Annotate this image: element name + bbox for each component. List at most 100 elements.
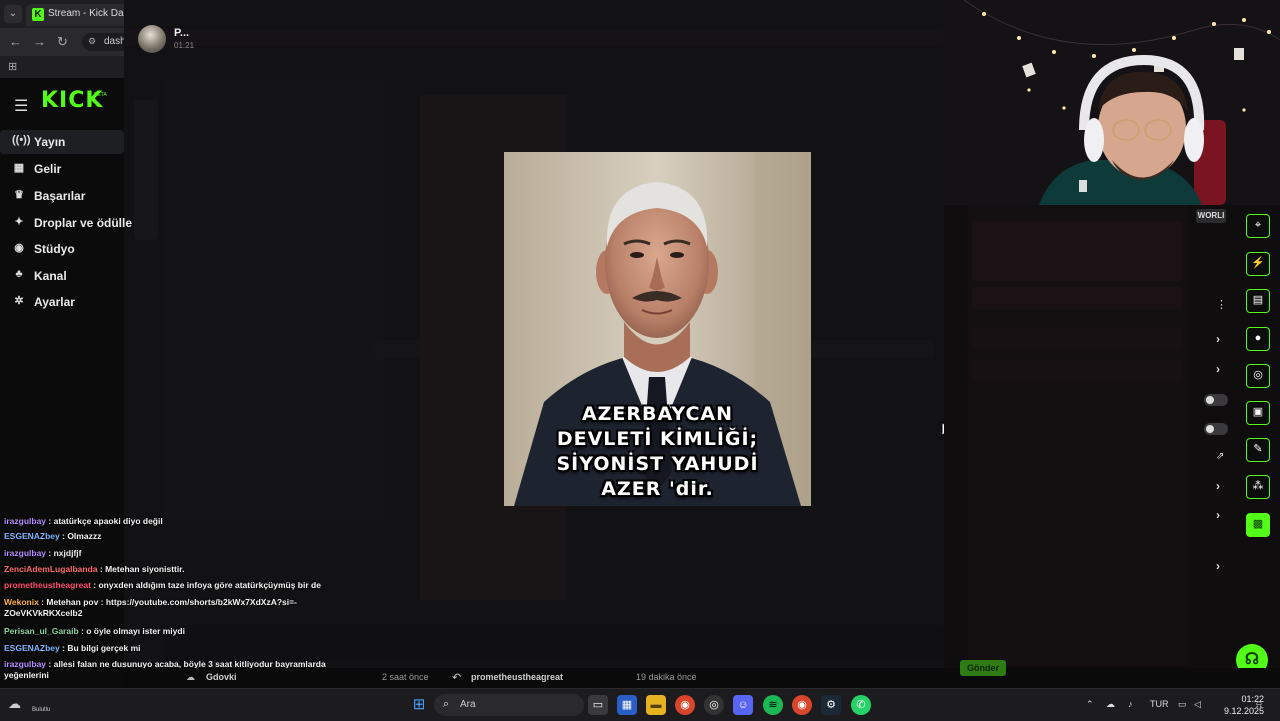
- chat-message: prometheustheagreat : onyxden aldığım ta…: [4, 580, 336, 591]
- document-icon[interactable]: ▤: [1246, 289, 1270, 313]
- gift-icon: ✦: [14, 216, 24, 228]
- activity-time: 19 dakika önce: [636, 672, 697, 682]
- chevron-right-icon[interactable]: ›: [1216, 362, 1220, 376]
- forward-arrow-icon[interactable]: →: [33, 34, 46, 49]
- chat-text: atatürkçe apaoki diyo değil: [53, 516, 163, 526]
- notification-bell-icon[interactable]: ⍾: [1256, 699, 1262, 710]
- menu-item-6[interactable]: ♣ Kanal: [0, 264, 124, 288]
- chat-username[interactable]: irazgulbay: [4, 516, 46, 526]
- menu-item-label: Yayın: [34, 135, 66, 149]
- story-image[interactable]: AZERBAYCAN DEVLETİ KİMLİĞİ; SİYONİST YAHUD…: [504, 152, 811, 506]
- store-icon[interactable]: ▦: [617, 695, 637, 715]
- spotify-icon[interactable]: ≋: [763, 695, 783, 715]
- story-caption: AZERBAYCAN DEVLETİ KİMLİĞİ; SİYONİST YAHUD…: [504, 402, 811, 502]
- chevron-right-icon[interactable]: ›: [1216, 508, 1220, 522]
- ghost-rail: [134, 100, 158, 240]
- windows-start-icon[interactable]: ⊞: [409, 695, 429, 715]
- menu-item-label: Gelir: [34, 162, 62, 176]
- menu-item-label: Droplar ve ödülle: [34, 216, 133, 230]
- activity-username[interactable]: prometheustheagreat: [471, 672, 563, 682]
- caption-line: SİYONİST YAHUDİ: [556, 453, 759, 475]
- weather-widget[interactable]: ☁ Bulutlu: [8, 696, 50, 714]
- chevron-right-icon[interactable]: ›: [1216, 332, 1220, 346]
- reply-arrow-icon[interactable]: ↶: [452, 671, 461, 684]
- toggle-switch[interactable]: [1204, 423, 1228, 435]
- whatsapp-icon[interactable]: ✆: [851, 695, 871, 715]
- chat-username[interactable]: ESGENAZbey: [4, 531, 60, 541]
- lightning-icon[interactable]: ⚡: [1246, 252, 1270, 276]
- steam-icon[interactable]: ⚙: [821, 695, 841, 715]
- menu-item-label: Kanal: [34, 269, 67, 283]
- ghost-row: [972, 327, 1182, 349]
- chat-username[interactable]: irazgulbay: [4, 548, 46, 558]
- toggle-switch[interactable]: [1204, 394, 1228, 406]
- chat-message: Wekonix : Metehan pov : https://youtube.…: [4, 597, 336, 619]
- chat-text: nxjdjfjf: [53, 548, 82, 558]
- network-icon[interactable]: ▭: [1178, 699, 1187, 710]
- browser-tab-kick-dashboard[interactable]: K Stream - Kick Dashbo: [26, 4, 145, 26]
- menu-item-label: Stüdyo: [34, 242, 75, 256]
- chat-username[interactable]: ZenciAdemLugalbanda: [4, 564, 98, 574]
- broadcast-small-icon[interactable]: ◎: [1246, 364, 1270, 388]
- file-explorer-icon[interactable]: ▬: [646, 695, 666, 715]
- tab-search-menu-button[interactable]: ⌄: [4, 5, 22, 23]
- layout-icon[interactable]: ▣: [1246, 401, 1270, 425]
- wrench-icon[interactable]: ✎: [1246, 438, 1270, 462]
- menu-item-4[interactable]: ✦ Droplar ve ödülle: [0, 211, 132, 235]
- chat-username[interactable]: Wekonix: [4, 597, 39, 607]
- discord-icon[interactable]: ☺: [733, 695, 753, 715]
- ghost-card: [972, 221, 1182, 281]
- external-link-icon[interactable]: ⇗: [1216, 451, 1224, 462]
- chat-username[interactable]: prometheustheagreat: [4, 580, 91, 590]
- hamburger-menu-icon[interactable]: ☰: [14, 96, 28, 116]
- tray-cloud-icon[interactable]: ☁: [1106, 699, 1115, 710]
- caption-line: AZERBAYCAN: [581, 403, 734, 425]
- chat-username[interactable]: ESGENAZbey: [4, 643, 60, 653]
- chat-message: Perisan_ul_Garaib : o öyle olmayı ister …: [4, 626, 336, 637]
- share-icon[interactable]: ⁂: [1246, 475, 1270, 499]
- green-app-icon[interactable]: ▩: [1246, 513, 1270, 537]
- send-button[interactable]: Gönder: [960, 660, 1006, 676]
- activity-time: 2 saat önce: [382, 672, 429, 682]
- chat-bubble-icon[interactable]: ●: [1246, 327, 1270, 351]
- apps-grid-icon[interactable]: ⊞: [8, 60, 17, 73]
- bookmarks-bar: ⊞: [0, 56, 140, 78]
- taskbar-search[interactable]: ⌕ Ara: [434, 694, 584, 716]
- chrome-profile-icon[interactable]: ◉: [792, 695, 812, 715]
- site-info-icon[interactable]: ⚙: [88, 36, 96, 47]
- menu-item-7[interactable]: ✲ Ayarlar: [0, 290, 124, 314]
- reload-icon[interactable]: ↻: [57, 34, 68, 50]
- chat-separator: :: [46, 659, 54, 669]
- task-view-icon[interactable]: ▭: [588, 695, 608, 715]
- story-author-avatar[interactable]: [138, 25, 166, 53]
- browser-nav-bar: ← → ↻ ⚙ dash: [0, 28, 140, 56]
- chat-message: ZenciAdemLugalbanda : Metehan siyonistti…: [4, 564, 336, 575]
- tray-expand-icon[interactable]: ⌃: [1086, 699, 1094, 710]
- chrome-icon[interactable]: ◉: [675, 695, 695, 715]
- cloud-icon: ☁: [186, 672, 195, 682]
- back-arrow-icon[interactable]: ←: [9, 34, 22, 49]
- language-indicator[interactable]: TUR: [1150, 699, 1169, 709]
- menu-item-5[interactable]: ◉ Stüdyo: [0, 237, 124, 261]
- story-author-name[interactable]: P...: [174, 27, 189, 39]
- menu-item-1[interactable]: ((•)) Yayın: [0, 130, 124, 154]
- caption-line: DEVLETİ KİMLİĞİ;: [556, 428, 759, 450]
- chevron-right-icon[interactable]: ›: [1216, 559, 1220, 573]
- chat-text: Bu bilgi gerçek mi: [67, 643, 141, 653]
- chevron-right-icon[interactable]: ›: [1216, 479, 1220, 493]
- kick-favicon-icon: K: [32, 8, 44, 21]
- microphone-icon[interactable]: ♪: [1128, 699, 1133, 709]
- chat-username[interactable]: irazgulbay: [4, 659, 46, 669]
- activity-username[interactable]: Gdovki: [206, 672, 237, 682]
- screenshot-icon[interactable]: ⌖: [1246, 214, 1270, 238]
- chat-message: ESGENAZbey : Olmazzz: [4, 531, 336, 542]
- story-timestamp: 01:21: [174, 41, 195, 50]
- settings-icon: ✲: [14, 295, 24, 307]
- world-badge[interactable]: WORLI: [1196, 209, 1226, 223]
- chat-username[interactable]: Perisan_ul_Garaib: [4, 626, 79, 636]
- volume-icon[interactable]: ◁: [1194, 699, 1201, 710]
- menu-item-3[interactable]: ♛ Başarılar: [0, 184, 124, 208]
- obs-icon[interactable]: ◎: [704, 695, 724, 715]
- more-options-icon[interactable]: ⋮: [1216, 298, 1227, 311]
- menu-item-2[interactable]: ▦ Gelir: [0, 157, 124, 181]
